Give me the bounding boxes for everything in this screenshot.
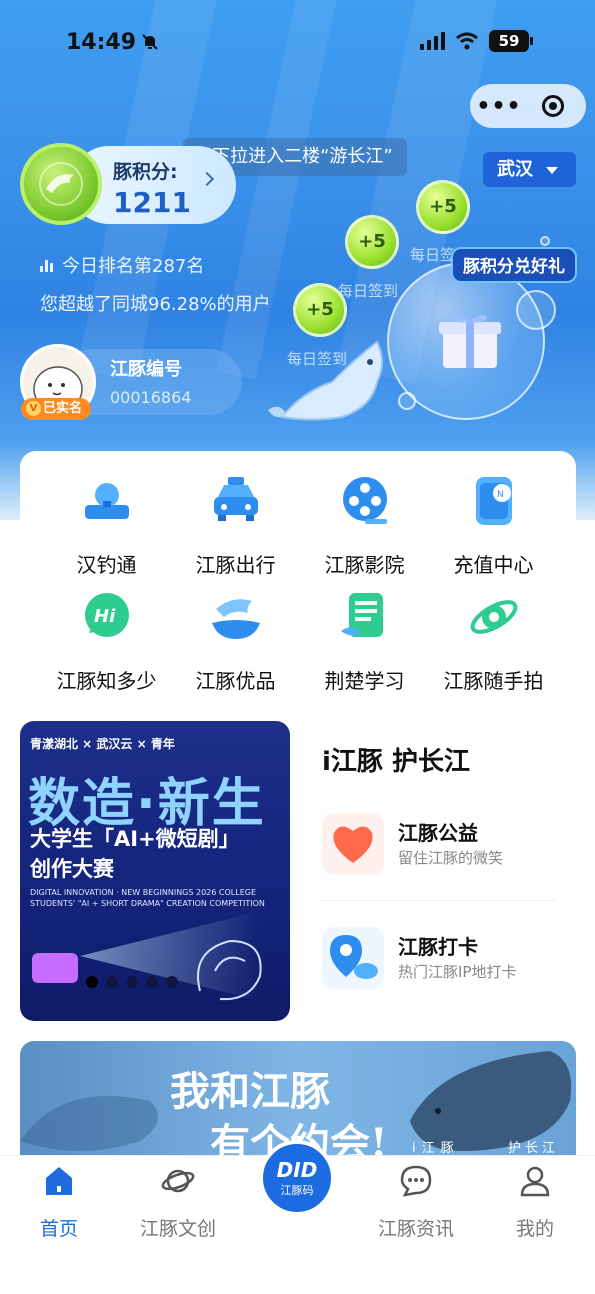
hi-bubble-icon: Hi — [84, 593, 129, 637]
tab-mine[interactable]: 我的 — [480, 1164, 590, 1241]
verified-badge: 已实名 — [21, 398, 91, 420]
tab-label: 江豚资讯 — [377, 1218, 454, 1240]
tab-label: 首页 — [39, 1218, 78, 1240]
protect-title: i江豚 护长江 — [322, 747, 470, 777]
service-cinema[interactable]: 江豚影院 — [295, 471, 434, 578]
checkin-bubble[interactable]: +5 — [345, 215, 399, 269]
service-label: 江豚知多少 — [56, 669, 157, 693]
checkin-bubble[interactable]: +5 — [416, 180, 470, 234]
service-label: 荆楚学习 — [324, 669, 405, 693]
mini-program-capsule[interactable]: ••• — [470, 84, 586, 128]
nfc-card-icon: N — [475, 477, 512, 525]
checkin-item[interactable]: 江豚打卡 热门江豚IP地打卡 — [322, 927, 562, 997]
tab-label: 江豚文创 — [139, 1218, 216, 1240]
service-snapshot[interactable]: 江豚随手拍 — [424, 587, 563, 694]
beat-text: 您超越了同城96.28%的用户 — [40, 294, 271, 315]
service-label: 江豚出行 — [195, 553, 276, 577]
redeem-points-button[interactable]: 豚积分兑好礼 — [451, 247, 577, 283]
charity-subtitle: 留住江豚的微笑 — [398, 849, 504, 867]
book-icon — [340, 593, 383, 637]
service-travel[interactable]: 江豚出行 — [166, 471, 305, 578]
user-icon — [520, 1166, 550, 1197]
tab-label: 我的 — [515, 1218, 554, 1240]
service-label: 江豚随手拍 — [443, 669, 544, 693]
services-grid: 汉钓通 江豚出行 江豚影院 N 充值中心 Hi 江豚知多少 江豚优品 荆楚学习 … — [20, 451, 576, 703]
service-hangdiaotong[interactable]: 汉钓通 — [37, 471, 176, 578]
decor-bubble — [540, 236, 550, 246]
promo-line2: 创作大赛 — [30, 857, 114, 881]
wifi-icon — [456, 32, 478, 50]
checkin-bubble-label: +5 — [429, 196, 457, 217]
battery-icon: 59 — [489, 30, 533, 52]
close-target-icon[interactable] — [542, 95, 564, 117]
status-time: 14:49 — [66, 30, 137, 55]
banner-tag2: 护长江 — [508, 1141, 560, 1156]
charity-item[interactable]: 江豚公益 留住江豚的微笑 — [322, 813, 562, 883]
camera-lens-icon — [470, 600, 517, 634]
svg-text:N: N — [497, 490, 504, 500]
svg-text:Hi: Hi — [94, 606, 116, 627]
location-pin-icon — [322, 927, 384, 989]
chat-bubble-icon — [400, 1165, 432, 1197]
charity-title: 江豚公益 — [398, 821, 478, 845]
promo-english: DIGITAL INNOVATION · NEW BEGINNINGS 2026… — [30, 888, 265, 908]
service-label: 充值中心 — [453, 553, 534, 577]
checkin-title: 江豚打卡 — [398, 935, 478, 959]
city-label: 武汉 — [497, 159, 533, 180]
camera-icon — [32, 953, 78, 983]
promo-brands: 青漾湖北 × 武汉云 × 青年 — [30, 737, 175, 751]
checkin-label: 每日签到 — [338, 282, 399, 300]
pulldown-hint-text: 下拉进入二楼“游长江” — [212, 146, 393, 167]
service-label: 江豚优品 — [195, 669, 276, 693]
decor-bubble — [398, 392, 416, 410]
banner-line1: 我和江豚 — [170, 1068, 330, 1115]
member-title: 江豚编号 — [110, 359, 182, 380]
carousel-indicator[interactable] — [86, 976, 178, 988]
dolphin-outline-icon — [197, 939, 262, 1001]
caret-down-icon — [546, 167, 558, 174]
points-coin-icon — [20, 143, 102, 225]
did-sublabel: 江豚码 — [280, 1184, 314, 1197]
divider — [322, 900, 556, 901]
tab-news[interactable]: 江豚资讯 — [361, 1164, 471, 1241]
checkin-bubble-label: +5 — [306, 299, 334, 320]
service-knowledge[interactable]: Hi 江豚知多少 — [37, 587, 176, 694]
dolphin-hand-icon — [211, 599, 260, 639]
service-recharge[interactable]: N 充值中心 — [424, 471, 563, 578]
points-value: 1211 — [113, 186, 191, 219]
home-icon — [46, 1167, 72, 1195]
city-selector[interactable]: 武汉 — [483, 152, 576, 187]
rank-text: 今日排名第287名 — [62, 256, 205, 277]
protect-yangtze-card: i江豚 护长江 江豚公益 留住江豚的微笑 江豚打卡 热门江豚IP地打卡 — [304, 721, 575, 1021]
service-label: 汉钓通 — [76, 553, 137, 577]
decor-bubble — [516, 290, 556, 330]
more-icon[interactable]: ••• — [470, 94, 528, 119]
taxi-icon — [213, 477, 258, 521]
did-label: DID — [276, 1158, 318, 1182]
rank-row: 今日排名第287名 — [40, 252, 204, 278]
banner-tag1: i江豚 — [412, 1141, 460, 1156]
heart-icon — [322, 813, 384, 875]
gift-icon — [439, 314, 501, 368]
dolphin-mascot-icon — [268, 340, 383, 421]
tab-creative[interactable]: 江豚文创 — [123, 1164, 233, 1241]
signal-icon — [420, 32, 445, 50]
points-label: 豚积分: — [113, 161, 178, 183]
service-products[interactable]: 江豚优品 — [166, 587, 305, 694]
did-code-button[interactable]: DID 江豚码 — [259, 1140, 335, 1216]
bell-muted-icon — [142, 34, 158, 50]
checkin-bubble-label: +5 — [358, 231, 386, 252]
service-label: 江豚影院 — [324, 553, 405, 577]
promo-line1: 大学生「AI+微短剧」 — [30, 827, 240, 851]
fishing-icon — [84, 483, 129, 519]
checkin-subtitle: 热门江豚IP地打卡 — [398, 963, 517, 981]
member-number: 00016864 — [110, 388, 192, 407]
service-study[interactable]: 荆楚学习 — [295, 587, 434, 694]
planet-icon — [161, 1169, 195, 1193]
bar-chart-icon — [40, 258, 56, 272]
tab-home[interactable]: 首页 — [4, 1164, 114, 1241]
status-indicators: 59 — [420, 30, 533, 52]
film-reel-icon — [342, 477, 387, 524]
